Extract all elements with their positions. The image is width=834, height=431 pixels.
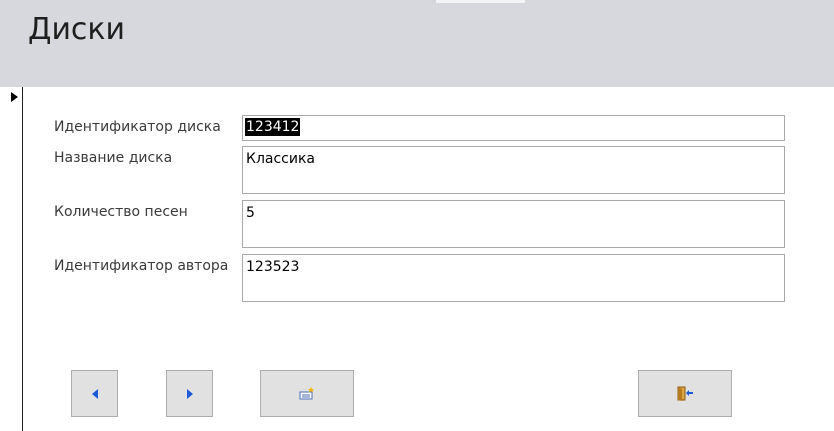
triangle-left-icon bbox=[91, 388, 98, 399]
exit-button[interactable] bbox=[638, 370, 732, 417]
next-record-button[interactable] bbox=[166, 370, 213, 417]
form-header: Диски bbox=[0, 0, 834, 87]
disk-id-value: 123412 bbox=[245, 118, 301, 136]
triangle-right-icon bbox=[186, 388, 193, 399]
exit-door-icon bbox=[677, 386, 693, 401]
new-record-button[interactable] bbox=[260, 370, 354, 417]
disk-id-label: Идентификатор диска bbox=[54, 119, 221, 135]
disk-name-label: Название диска bbox=[54, 150, 173, 166]
record-selector[interactable] bbox=[0, 87, 23, 431]
disk-name-field[interactable]: Классика bbox=[242, 146, 785, 194]
header-tab-strip bbox=[436, 0, 525, 3]
disk-id-field[interactable]: 123412 bbox=[242, 115, 785, 141]
song-count-label: Количество песен bbox=[54, 204, 188, 220]
song-count-value: 5 bbox=[246, 205, 255, 221]
previous-record-button[interactable] bbox=[71, 370, 118, 417]
form-title: Диски bbox=[28, 12, 126, 47]
disk-name-value: Классика bbox=[246, 151, 315, 167]
new-record-icon bbox=[299, 386, 314, 399]
song-count-field[interactable]: 5 bbox=[242, 200, 785, 248]
author-id-value: 123523 bbox=[246, 259, 300, 275]
current-record-arrow-icon bbox=[11, 92, 18, 102]
author-id-field[interactable]: 123523 bbox=[242, 254, 785, 302]
author-id-label: Идентификатор автора bbox=[54, 258, 229, 274]
